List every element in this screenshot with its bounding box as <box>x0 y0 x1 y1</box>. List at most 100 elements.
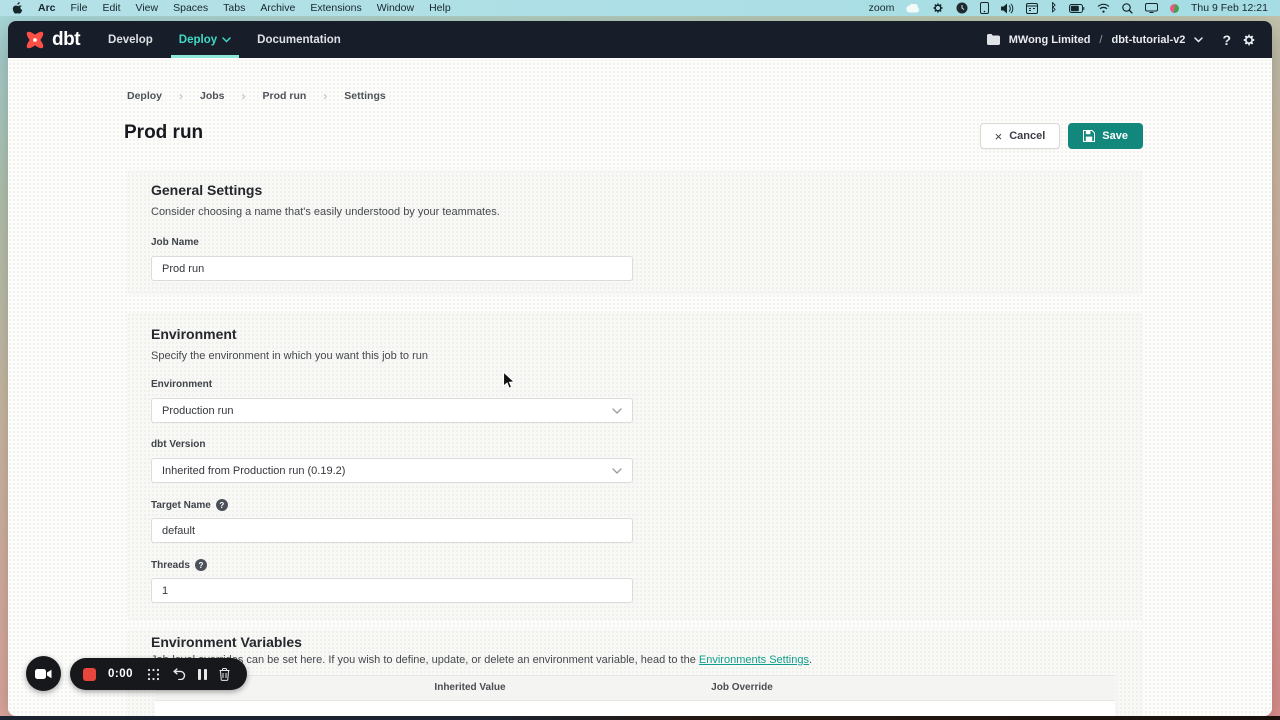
dbt-logo-text: dbt <box>52 29 80 51</box>
page-actions: × Cancel Save <box>980 123 1143 149</box>
environment-description: Specify the environment in which you wan… <box>151 350 428 362</box>
menubar-item-spaces[interactable]: Spaces <box>173 2 208 14</box>
menubar-item-edit[interactable]: Edit <box>102 2 120 14</box>
page-title: Prod run <box>124 122 203 144</box>
display-icon[interactable] <box>1145 3 1158 13</box>
cloud-icon[interactable] <box>906 4 920 13</box>
pause-recording-icon[interactable] <box>198 669 207 680</box>
battery-icon[interactable] <box>1069 4 1085 13</box>
recording-toolbar: 0:00 <box>70 658 247 690</box>
video-camera-icon <box>35 668 52 680</box>
threads-input[interactable] <box>151 578 633 603</box>
environment-variables-description: Job-level overrides can be set here. If … <box>151 654 812 666</box>
zoom-menu-item[interactable]: zoom <box>869 2 895 14</box>
macos-menubar: Arc File Edit View Spaces Tabs Archive E… <box>0 0 1280 16</box>
breadcrumb-separator: › <box>179 89 183 103</box>
device-icon[interactable] <box>980 2 989 14</box>
dbt-version-select[interactable]: Inherited from Production run (0.19.2) <box>151 458 633 483</box>
column-header-inherited-value: Inherited Value <box>434 682 505 693</box>
target-name-help-icon[interactable]: ? <box>216 499 228 511</box>
save-floppy-icon <box>1083 130 1095 142</box>
environment-variables-section: Environment Variables Job-level override… <box>127 630 1143 716</box>
breadcrumb-prod-run[interactable]: Prod run <box>263 90 307 102</box>
dbt-app-header: dbt Develop Deploy Documentation MWong L… <box>8 21 1272 58</box>
menubar-status-area: zoom ᛒ <box>869 2 1268 14</box>
cancel-button[interactable]: × Cancel <box>980 123 1061 149</box>
threads-help-icon[interactable]: ? <box>195 559 207 571</box>
dbt-logo[interactable]: dbt <box>24 29 80 51</box>
menubar-item-arc[interactable]: Arc <box>38 2 56 14</box>
environment-variables-heading: Environment Variables <box>151 634 302 650</box>
env-vars-table-row <box>155 701 1115 716</box>
screen-record-indicator-icon[interactable] <box>1170 4 1179 13</box>
breadcrumb-jobs[interactable]: Jobs <box>200 90 225 102</box>
chevron-down-icon <box>222 37 231 43</box>
browser-window: dbt Develop Deploy Documentation MWong L… <box>8 21 1272 716</box>
breadcrumb-deploy[interactable]: Deploy <box>127 90 162 102</box>
chevron-down-icon <box>612 468 622 474</box>
account-switcher[interactable]: MWong Limited / dbt-tutorial-v2 ? <box>987 32 1256 48</box>
main-nav: Develop Deploy Documentation <box>108 21 341 58</box>
volume-icon[interactable] <box>1001 3 1014 14</box>
close-x-icon: × <box>995 130 1003 143</box>
menubar-clock[interactable]: Thu 9 Feb 12:21 <box>1191 2 1268 14</box>
menubar-item-view[interactable]: View <box>136 2 159 14</box>
job-name-label: Job Name <box>151 237 199 248</box>
breadcrumb-separator: › <box>323 89 327 103</box>
folder-icon <box>987 34 1000 45</box>
cursor-effects-icon[interactable] <box>147 668 160 681</box>
threads-label: Threads ? <box>151 559 207 571</box>
menubar-item-window[interactable]: Window <box>377 2 414 14</box>
nav-develop[interactable]: Develop <box>108 21 153 58</box>
dbt-version-label: dbt Version <box>151 439 205 450</box>
save-button[interactable]: Save <box>1068 123 1143 149</box>
account-name: MWong Limited <box>1009 34 1091 46</box>
menubar-menus: Arc File Edit View Spaces Tabs Archive E… <box>12 2 451 14</box>
menubar-item-file[interactable]: File <box>71 2 88 14</box>
desktop-bottom-edge <box>0 716 1280 720</box>
clock-icon[interactable] <box>956 2 968 14</box>
settings-gear-icon[interactable] <box>1242 33 1256 47</box>
wifi-icon[interactable] <box>1097 3 1110 13</box>
menubar-item-archive[interactable]: Archive <box>260 2 295 14</box>
general-settings-section: General Settings Consider choosing a nam… <box>127 170 1143 295</box>
breadcrumb-settings[interactable]: Settings <box>344 90 385 102</box>
chevron-down-icon <box>612 408 622 414</box>
menubar-item-extensions[interactable]: Extensions <box>310 2 361 14</box>
stop-recording-button[interactable] <box>83 668 96 681</box>
environments-settings-link[interactable]: Environments Settings <box>699 654 809 666</box>
page-content: Deploy › Jobs › Prod run › Settings Prod… <box>8 58 1272 716</box>
job-name-input[interactable] <box>151 256 633 281</box>
environment-heading: Environment <box>151 326 237 342</box>
column-header-job-override: Job Override <box>711 682 773 693</box>
apple-icon[interactable] <box>12 2 23 14</box>
environment-select[interactable]: Production run <box>151 398 633 423</box>
environment-section: Environment Specify the environment in w… <box>127 313 1143 620</box>
desktop: Arc File Edit View Spaces Tabs Archive E… <box>0 0 1280 720</box>
breadcrumb: Deploy › Jobs › Prod run › Settings <box>127 89 386 103</box>
delete-recording-icon[interactable] <box>219 668 230 681</box>
calendar-icon[interactable] <box>1026 3 1038 14</box>
chevron-down-icon <box>1194 37 1203 43</box>
nav-deploy[interactable]: Deploy <box>179 21 231 58</box>
menubar-item-tabs[interactable]: Tabs <box>223 2 245 14</box>
nav-documentation[interactable]: Documentation <box>257 21 341 58</box>
dbt-logo-icon <box>24 29 46 51</box>
restart-recording-icon[interactable] <box>172 668 186 680</box>
general-settings-description: Consider choosing a name that's easily u… <box>151 206 500 218</box>
environment-select-label: Environment <box>151 379 212 390</box>
bluetooth-icon[interactable]: ᛒ <box>1050 2 1057 14</box>
help-icon[interactable]: ? <box>1222 32 1231 48</box>
breadcrumb-separator: › <box>242 89 246 103</box>
search-icon[interactable] <box>1122 3 1133 14</box>
target-name-input[interactable] <box>151 518 633 543</box>
general-settings-heading: General Settings <box>151 182 262 198</box>
recording-timer: 0:00 <box>108 668 133 680</box>
project-name: dbt-tutorial-v2 <box>1111 34 1185 46</box>
target-name-label: Target Name ? <box>151 499 228 511</box>
menubar-item-help[interactable]: Help <box>429 2 451 14</box>
env-vars-table-header <box>155 675 1115 701</box>
gear-icon[interactable] <box>932 2 944 14</box>
camera-bubble-button[interactable] <box>26 656 61 691</box>
account-project-separator: / <box>1099 34 1102 46</box>
